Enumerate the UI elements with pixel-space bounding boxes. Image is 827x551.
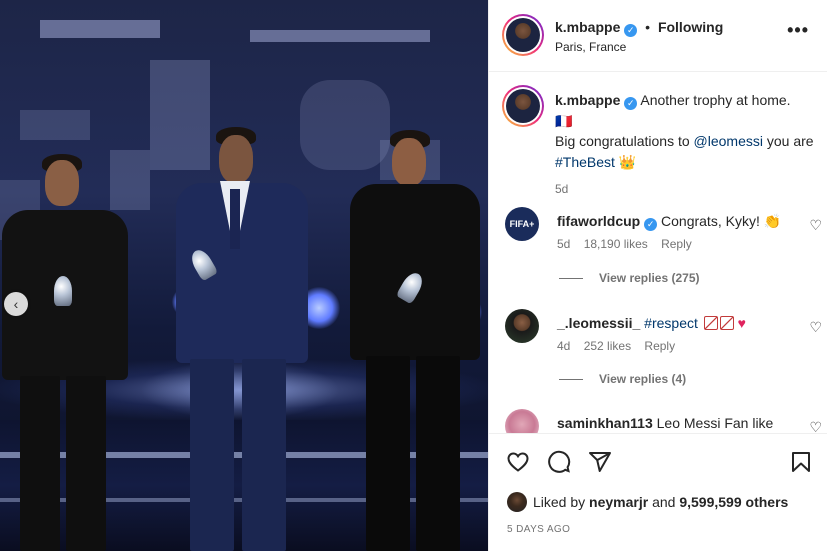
heart-icon[interactable]: ♡: [809, 319, 822, 336]
comment-avatar[interactable]: FIFA+: [505, 207, 539, 241]
comment-text: Congrats, Kyky! 👏: [661, 213, 782, 229]
caption-line1: Another trophy at home.: [640, 92, 791, 108]
comment-item: saminkhan113 Leo Messi Fan like ♡: [502, 409, 822, 433]
comment-text: Leo Messi Fan like: [656, 415, 774, 431]
divider-line: [559, 278, 583, 280]
post-sidebar: k.mbappe ✓ • Following Paris, France •••…: [488, 0, 827, 551]
likes-summary[interactable]: Liked by neymarjr and 9,599,599 others: [507, 492, 788, 512]
liker-avatar[interactable]: [507, 492, 527, 512]
heart-icon[interactable]: ♡: [809, 217, 822, 234]
backdrop-panel: [20, 110, 90, 140]
red-heart-emoji: ♥: [737, 315, 746, 331]
flag-emoji: 🇫🇷: [555, 112, 573, 129]
comment-meta: 4d 252 likes Reply: [557, 339, 685, 353]
separator-dot: •: [645, 19, 651, 35]
verified-badge-icon: ✓: [624, 97, 638, 110]
liker-username[interactable]: neymarjr: [589, 494, 648, 510]
backdrop-panel: [40, 20, 160, 38]
location-link[interactable]: Paris, France: [555, 40, 626, 54]
comment-avatar[interactable]: [505, 309, 539, 343]
caption-text: k.mbappe ✓ Another trophy at home. 🇫🇷 Bi…: [555, 90, 815, 172]
view-replies-button[interactable]: View replies (275): [559, 271, 700, 285]
author-username[interactable]: k.mbappe: [555, 19, 620, 35]
chevron-left-icon[interactable]: ‹: [4, 292, 28, 316]
caption-age: 5d: [555, 182, 569, 196]
likes-middle: and: [648, 494, 680, 510]
comment-avatar[interactable]: [505, 409, 539, 433]
post-header: k.mbappe ✓ • Following Paris, France •••: [489, 0, 827, 72]
comments-list[interactable]: k.mbappe ✓ Another trophy at home. 🇫🇷 Bi…: [489, 73, 827, 433]
comment-author[interactable]: _.leomessii_: [557, 315, 640, 331]
comment-likes[interactable]: 252 likes: [584, 339, 631, 353]
view-replies-label: View replies (4): [599, 372, 687, 386]
comment-body: _.leomessii_ #respect ♥: [557, 313, 787, 333]
comment-age: 4d: [557, 339, 571, 353]
comment-icon[interactable]: [547, 450, 571, 474]
person-right: [344, 128, 484, 551]
caption-avatar[interactable]: [502, 85, 544, 127]
hashtag-link[interactable]: #respect: [644, 315, 698, 331]
heart-icon[interactable]: ♡: [809, 419, 822, 433]
bookmark-icon[interactable]: [789, 450, 813, 474]
share-icon[interactable]: [588, 450, 612, 474]
post-photo[interactable]: ‹: [0, 0, 488, 551]
verified-badge-icon: ✓: [644, 218, 658, 231]
reply-button[interactable]: Reply: [644, 339, 675, 353]
following-button[interactable]: Following: [658, 19, 723, 35]
person-left: [0, 150, 130, 551]
crown-emoji: 👑: [618, 153, 637, 170]
view-replies-label: View replies (275): [599, 271, 700, 285]
likes-prefix: Liked by: [533, 494, 590, 510]
more-icon[interactable]: •••: [787, 20, 809, 41]
trophy: [54, 276, 72, 306]
likes-others[interactable]: 9,599,599 others: [679, 494, 788, 510]
comment-item: _.leomessii_ #respect ♥ 4d 252 likes Rep…: [502, 309, 822, 353]
comment-author[interactable]: fifaworldcup: [557, 213, 640, 229]
chart-emoji: [703, 316, 718, 330]
heart-icon[interactable]: [506, 450, 530, 474]
divider-line: [559, 379, 583, 381]
author-avatar[interactable]: [502, 14, 544, 56]
caption-author[interactable]: k.mbappe: [555, 92, 620, 108]
comment-body: saminkhan113 Leo Messi Fan like: [557, 413, 787, 433]
header-line: k.mbappe ✓ • Following: [555, 19, 723, 37]
person-center: [170, 125, 310, 551]
view-replies-button[interactable]: View replies (4): [559, 372, 686, 386]
comment-item: FIFA+ fifaworldcup ✓ Congrats, Kyky! 👏 5…: [502, 207, 822, 251]
comment-age: 5d: [557, 237, 571, 251]
comment-meta: 5d 18,190 likes Reply: [557, 237, 702, 251]
caption-line3-suffix: you are: [762, 133, 814, 149]
caption-line3-prefix: Big congratulations to: [555, 133, 694, 149]
chart-emoji: [719, 316, 734, 330]
mention-link[interactable]: @leomessi: [694, 133, 763, 149]
comment-body: fifaworldcup ✓ Congrats, Kyky! 👏: [557, 211, 787, 231]
backdrop-panel: [250, 30, 430, 42]
comment-likes[interactable]: 18,190 likes: [584, 237, 648, 251]
verified-badge-icon: ✓: [624, 24, 638, 37]
comment-author[interactable]: saminkhan113: [557, 415, 653, 431]
reply-button[interactable]: Reply: [661, 237, 692, 251]
hashtag-link[interactable]: #TheBest: [555, 154, 615, 170]
post-timestamp: 5 DAYS AGO: [507, 524, 571, 535]
action-bar: Liked by neymarjr and 9,599,599 others 5…: [489, 433, 827, 551]
